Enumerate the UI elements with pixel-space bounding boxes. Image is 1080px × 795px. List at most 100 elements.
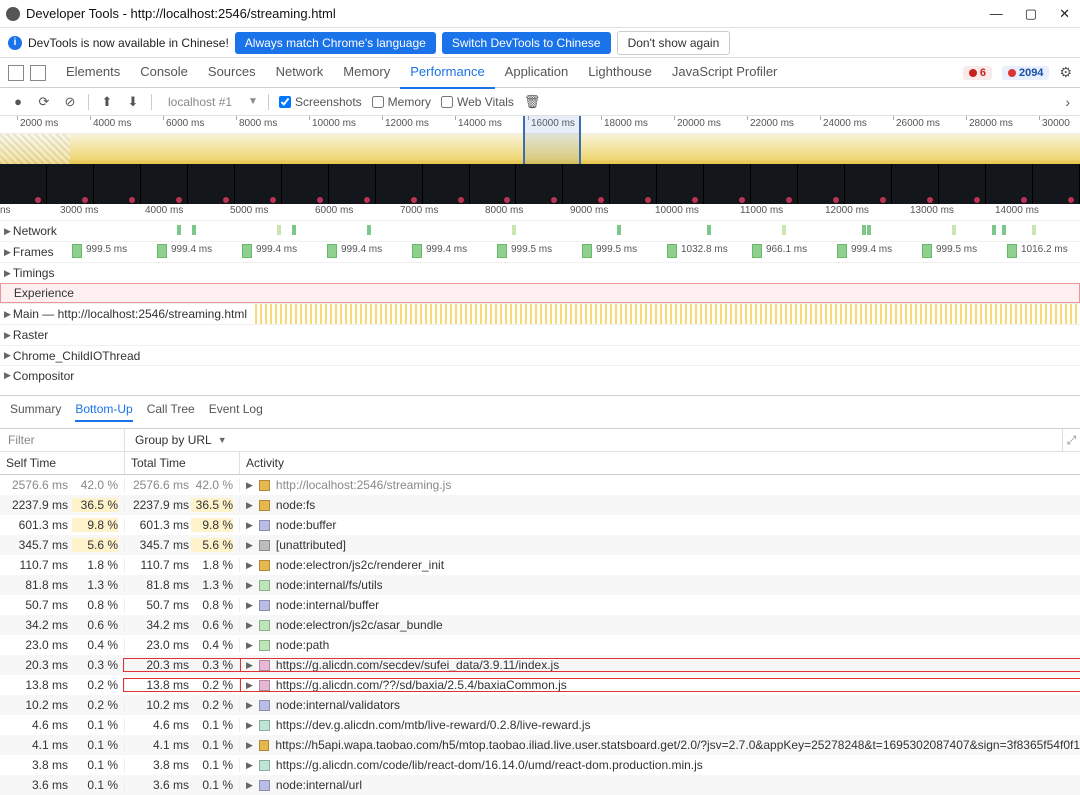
network-request-box[interactable] <box>367 225 371 235</box>
panel-tab-elements[interactable]: Elements <box>56 56 130 89</box>
screenshot-thumb[interactable] <box>94 164 141 204</box>
save-profile-icon[interactable]: ⬇ <box>125 94 141 110</box>
expand-caret-icon[interactable]: ▶ <box>246 760 253 771</box>
screenshot-thumb[interactable] <box>470 164 517 204</box>
frame-box[interactable] <box>412 244 422 258</box>
expand-caret-icon[interactable]: ▶ <box>246 700 253 711</box>
panel-tab-lighthouse[interactable]: Lighthouse <box>578 56 662 89</box>
expand-caret-icon[interactable]: ▶ <box>246 560 253 571</box>
screenshot-thumb[interactable] <box>939 164 986 204</box>
self-time-header[interactable]: Self Time <box>0 452 125 474</box>
table-row[interactable]: 81.8 ms1.3 %81.8 ms1.3 %▶node:internal/f… <box>0 575 1080 595</box>
frame-box[interactable] <box>837 244 847 258</box>
expand-caret-icon[interactable]: ▶ <box>246 620 253 631</box>
always-match-language-button[interactable]: Always match Chrome's language <box>235 32 436 54</box>
frame-box[interactable] <box>327 244 337 258</box>
network-request-box[interactable] <box>867 225 871 235</box>
filter-input[interactable]: Filter <box>0 429 125 451</box>
total-time-header[interactable]: Total Time <box>125 452 240 474</box>
table-row[interactable]: 2576.6 ms42.0 %2576.6 ms42.0 %▶http://lo… <box>0 475 1080 495</box>
frames-track[interactable]: ▶Frames 999.5 ms999.4 ms999.4 ms999.4 ms… <box>0 241 1080 262</box>
network-request-box[interactable] <box>782 225 786 235</box>
garbage-collect-icon[interactable]: 🗑 <box>524 94 541 110</box>
expand-caret-icon[interactable]: ▶ <box>246 500 253 511</box>
compositor-track[interactable]: ▶Compositor <box>0 365 1080 385</box>
panel-tab-application[interactable]: Application <box>495 56 579 89</box>
frame-box[interactable] <box>1007 244 1017 258</box>
screenshots-filmstrip[interactable] <box>0 164 1080 204</box>
expand-caret-icon[interactable]: ▶ <box>246 720 253 731</box>
details-tab-bottom-up[interactable]: Bottom-Up <box>75 402 132 422</box>
frame-box[interactable] <box>667 244 677 258</box>
table-row[interactable]: 601.3 ms9.8 %601.3 ms9.8 %▶node:buffer <box>0 515 1080 535</box>
network-request-box[interactable] <box>707 225 711 235</box>
table-row[interactable]: 10.2 ms0.2 %10.2 ms0.2 %▶node:internal/v… <box>0 695 1080 715</box>
table-row[interactable]: 50.7 ms0.8 %50.7 ms0.8 %▶node:internal/b… <box>0 595 1080 615</box>
expand-caret-icon[interactable]: ▶ <box>246 660 253 671</box>
reload-icon[interactable]: ⟳ <box>36 94 52 110</box>
activity-header[interactable]: Activity <box>240 452 1080 474</box>
network-request-box[interactable] <box>512 225 516 235</box>
device-toolbar-icon[interactable] <box>30 65 46 81</box>
network-request-box[interactable] <box>862 225 866 235</box>
screenshot-thumb[interactable] <box>986 164 1033 204</box>
overview-selection[interactable] <box>523 116 581 164</box>
screenshot-thumb[interactable] <box>329 164 376 204</box>
table-row[interactable]: 23.0 ms0.4 %23.0 ms0.4 %▶node:path <box>0 635 1080 655</box>
screenshot-thumb[interactable] <box>188 164 235 204</box>
expand-caret-icon[interactable]: ▶ <box>246 780 253 791</box>
table-row[interactable]: 2237.9 ms36.5 %2237.9 ms36.5 %▶node:fs <box>0 495 1080 515</box>
warning-count-badge[interactable]: 2094 <box>1002 66 1049 80</box>
expand-caret-icon[interactable]: ▶ <box>246 520 253 531</box>
screenshot-thumb[interactable] <box>798 164 845 204</box>
table-row[interactable]: 3.6 ms0.1 %3.6 ms0.1 %▶node:internal/url <box>0 775 1080 795</box>
screenshot-thumb[interactable] <box>751 164 798 204</box>
panel-tab-performance[interactable]: Performance <box>400 56 494 89</box>
network-request-box[interactable] <box>1002 225 1006 235</box>
details-tab-event-log[interactable]: Event Log <box>209 402 263 422</box>
minimize-button[interactable]: — <box>990 6 1003 22</box>
table-row[interactable]: 345.7 ms5.6 %345.7 ms5.6 %▶[unattributed… <box>0 535 1080 555</box>
screenshot-thumb[interactable] <box>892 164 939 204</box>
main-track[interactable]: ▶Main — http://localhost:2546/streaming.… <box>0 303 1080 324</box>
screenshot-thumb[interactable] <box>282 164 329 204</box>
overview-cpu-chart[interactable] <box>0 134 1080 164</box>
frame-box[interactable] <box>582 244 592 258</box>
settings-gear-icon[interactable]: ⚙ <box>1059 64 1072 81</box>
dont-show-again-button[interactable]: Don't show again <box>617 31 731 55</box>
table-row[interactable]: 4.1 ms0.1 %4.1 ms0.1 %▶https://h5api.wap… <box>0 735 1080 755</box>
details-tab-summary[interactable]: Summary <box>10 402 61 422</box>
table-row[interactable]: 13.8 ms0.2 %13.8 ms0.2 %▶https://g.alicd… <box>0 675 1080 695</box>
flame-chart-ruler[interactable]: ns3000 ms4000 ms5000 ms6000 ms7000 ms800… <box>0 204 1080 220</box>
screenshot-thumb[interactable] <box>47 164 94 204</box>
frame-box[interactable] <box>242 244 252 258</box>
close-button[interactable]: ✕ <box>1059 6 1070 22</box>
panel-tab-javascript-profiler[interactable]: JavaScript Profiler <box>662 56 787 89</box>
panel-tab-sources[interactable]: Sources <box>198 56 266 89</box>
screenshot-thumb[interactable] <box>235 164 282 204</box>
panel-tab-memory[interactable]: Memory <box>333 56 400 89</box>
load-profile-icon[interactable]: ⬆ <box>99 94 115 110</box>
details-tab-call-tree[interactable]: Call Tree <box>147 402 195 422</box>
expand-caret-icon[interactable]: ▶ <box>246 600 253 611</box>
chrome-childio-track[interactable]: ▶Chrome_ChildIOThread <box>0 345 1080 365</box>
panel-tab-network[interactable]: Network <box>266 56 334 89</box>
network-request-box[interactable] <box>1032 225 1036 235</box>
expand-details-icon[interactable]: ⤢ <box>1062 429 1080 451</box>
table-row[interactable]: 20.3 ms0.3 %20.3 ms0.3 %▶https://g.alicd… <box>0 655 1080 675</box>
memory-checkbox[interactable]: Memory <box>372 95 431 109</box>
experience-track[interactable]: ▶Experience <box>0 283 1080 303</box>
screenshot-thumb[interactable] <box>563 164 610 204</box>
inspect-element-icon[interactable] <box>8 65 24 81</box>
frame-box[interactable] <box>922 244 932 258</box>
frame-box[interactable] <box>72 244 82 258</box>
expand-caret-icon[interactable]: ▶ <box>246 540 253 551</box>
table-row[interactable]: 3.8 ms0.1 %3.8 ms0.1 %▶https://g.alicdn.… <box>0 755 1080 775</box>
recording-selector[interactable]: localhost #1 <box>162 95 238 109</box>
screenshot-thumb[interactable] <box>1033 164 1080 204</box>
expand-caret-icon[interactable]: ▶ <box>246 680 253 691</box>
table-row[interactable]: 34.2 ms0.6 %34.2 ms0.6 %▶node:electron/j… <box>0 615 1080 635</box>
expand-caret-icon[interactable]: ▶ <box>246 740 253 751</box>
error-count-badge[interactable]: 6 <box>963 66 992 80</box>
screenshot-thumb[interactable] <box>845 164 892 204</box>
